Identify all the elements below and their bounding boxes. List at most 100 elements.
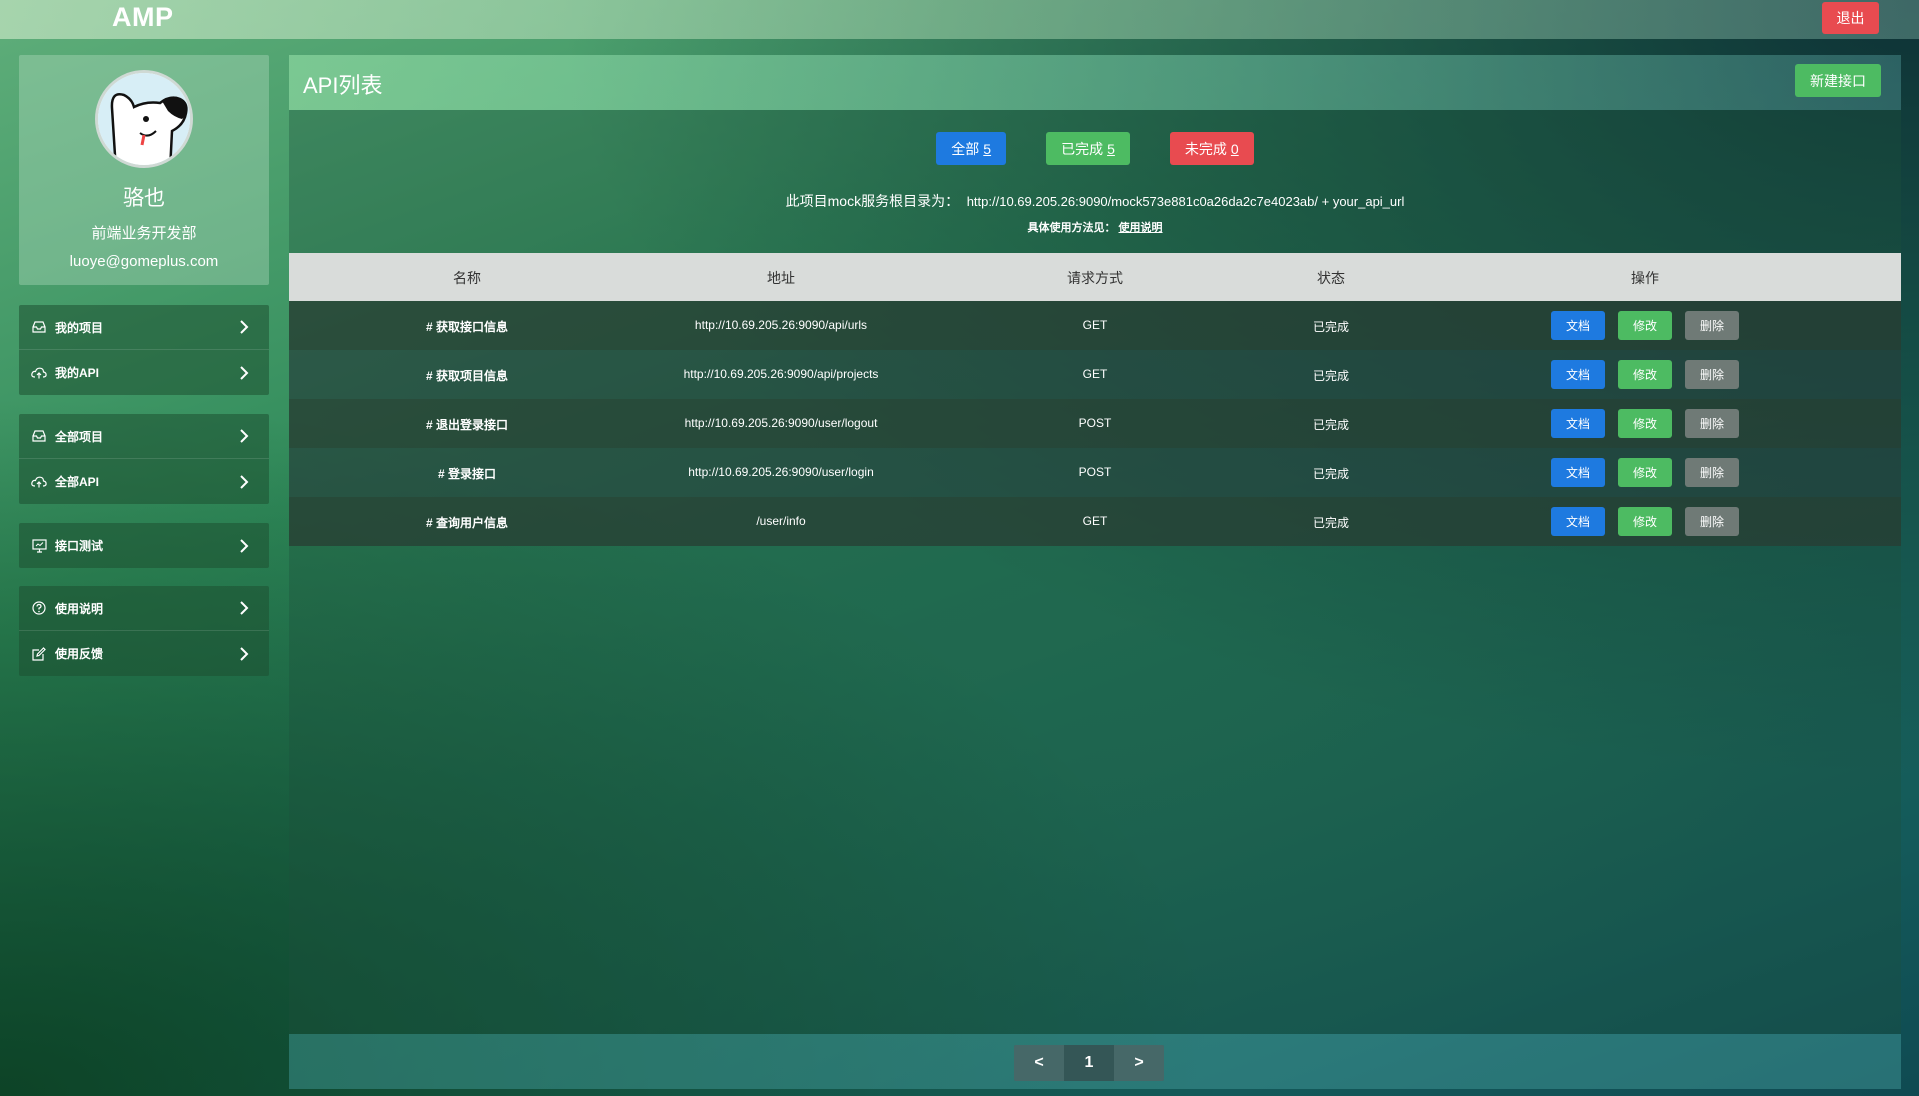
api-method: GET — [1082, 318, 1108, 332]
api-url: http://10.69.205.26:9090/user/logout — [684, 416, 878, 430]
chevron-right-icon — [240, 474, 249, 489]
filter-label: 全部 — [951, 140, 980, 157]
edit-button[interactable]: 修改 — [1618, 458, 1672, 487]
mock-root-line: 此项目mock服务根目录为： http://10.69.205.26:9090/… — [289, 191, 1901, 211]
mock-root-url: http://10.69.205.26:9090/mock573e881c0a2… — [966, 194, 1405, 209]
sidebar-item-api-test[interactable]: 接口测试 — [19, 523, 269, 568]
api-status: 已完成 — [1312, 320, 1350, 334]
main-body: 全部 5 已完成 5 未完成 0 此项目mock服务根目录为： http://1… — [289, 110, 1901, 1034]
doc-button[interactable]: 文档 — [1551, 409, 1605, 438]
chevron-right-icon — [240, 320, 249, 334]
chevron-right-icon — [240, 538, 249, 553]
api-method: GET — [1082, 367, 1108, 381]
cloud-upload-icon — [31, 474, 47, 490]
sidebar-item-label: 使用反馈 — [55, 647, 104, 661]
usage-guide-link[interactable]: 使用说明 — [1119, 222, 1163, 234]
table-row: # 获取接口信息 http://10.69.205.26:9090/api/ur… — [289, 301, 1901, 350]
sidebar-item-all-projects[interactable]: 全部项目 — [19, 414, 269, 459]
api-status: 已完成 — [1312, 516, 1350, 530]
sidebar-item-label: 使用说明 — [55, 601, 104, 616]
filter-done-button[interactable]: 已完成 5 — [1046, 132, 1130, 165]
profile-card: 骆也 前端业务开发部 luoye@gomeplus.com — [19, 55, 269, 285]
delete-button[interactable]: 删除 — [1685, 507, 1739, 536]
usage-label: 具体使用方法见： — [1027, 222, 1116, 234]
logout-button[interactable]: 退出 — [1822, 2, 1879, 34]
api-name[interactable]: # 查询用户信息 — [426, 514, 508, 531]
doc-button[interactable]: 文档 — [1551, 458, 1605, 487]
api-status: 已完成 — [1312, 418, 1350, 432]
sidebar-item-usage-guide[interactable]: 使用说明 — [19, 586, 269, 631]
api-status: 已完成 — [1312, 467, 1350, 481]
api-method: POST — [1078, 416, 1112, 430]
new-api-button[interactable]: 新建接口 — [1795, 64, 1881, 97]
edit-button[interactable]: 修改 — [1618, 360, 1672, 389]
edit-button[interactable]: 修改 — [1618, 409, 1672, 438]
nav-group-mine: 我的项目 我的API — [19, 305, 269, 395]
user-department: 前端业务开发部 — [91, 225, 197, 242]
mock-root-label: 此项目mock服务根目录为： — [785, 193, 960, 209]
sidebar-item-label: 我的API — [55, 366, 100, 380]
filter-all-button[interactable]: 全部 5 — [936, 132, 1007, 165]
table-body: # 获取接口信息 http://10.69.205.26:9090/api/ur… — [289, 301, 1901, 546]
doc-button[interactable]: 文档 — [1551, 311, 1605, 340]
chevron-right-icon — [240, 365, 249, 380]
edit-button[interactable]: 修改 — [1618, 507, 1672, 536]
pagination-bar: < 1 > — [289, 1034, 1901, 1089]
filter-count: 5 — [1107, 140, 1115, 157]
main-header: API列表 新建接口 — [289, 55, 1901, 110]
delete-button[interactable]: 删除 — [1685, 409, 1739, 438]
table-row: # 获取项目信息 http://10.69.205.26:9090/api/pr… — [289, 350, 1901, 399]
delete-button[interactable]: 删除 — [1685, 360, 1739, 389]
next-page-button[interactable]: > — [1114, 1045, 1164, 1081]
sidebar-item-label: 接口测试 — [55, 539, 104, 553]
api-url: /user/info — [756, 514, 806, 528]
sidebar-item-label: 全部API — [55, 475, 100, 489]
nav-group-test: 接口测试 — [19, 523, 269, 568]
nav-group-all: 全部项目 全部API — [19, 414, 269, 504]
api-name[interactable]: # 获取接口信息 — [426, 318, 508, 335]
inbox-icon — [31, 319, 47, 335]
edit-button[interactable]: 修改 — [1618, 311, 1672, 340]
app-logo[interactable]: AMP — [112, 2, 174, 33]
sidebar-item-all-api[interactable]: 全部API — [19, 459, 269, 504]
sidebar-item-label: 我的项目 — [55, 320, 104, 335]
api-name[interactable]: # 登录接口 — [438, 465, 496, 482]
page-title: API列表 — [303, 73, 383, 98]
avatar — [95, 70, 193, 168]
delete-button[interactable]: 删除 — [1685, 311, 1739, 340]
sidebar-item-feedback[interactable]: 使用反馈 — [19, 631, 269, 676]
api-url: http://10.69.205.26:9090/api/urls — [694, 318, 868, 332]
api-name[interactable]: # 获取项目信息 — [426, 367, 508, 384]
prev-page-button[interactable]: < — [1014, 1045, 1064, 1081]
column-header-actions: 操作 — [1631, 270, 1659, 286]
api-method: GET — [1082, 514, 1108, 528]
table-row: # 退出登录接口 http://10.69.205.26:9090/user/l… — [289, 399, 1901, 448]
doc-button[interactable]: 文档 — [1551, 360, 1605, 389]
column-header-method: 请求方式 — [1067, 270, 1123, 286]
api-method: POST — [1078, 465, 1112, 479]
table-row: # 登录接口 http://10.69.205.26:9090/user/log… — [289, 448, 1901, 497]
sidebar-item-my-projects[interactable]: 我的项目 — [19, 305, 269, 350]
api-url: http://10.69.205.26:9090/api/projects — [683, 367, 879, 381]
filter-row: 全部 5 已完成 5 未完成 0 — [289, 132, 1901, 165]
nav-group-help: 使用说明 使用反馈 — [19, 586, 269, 676]
chevron-right-icon — [240, 646, 249, 661]
filter-label: 已完成 — [1061, 140, 1104, 157]
filter-count: 5 — [983, 140, 992, 157]
sidebar-item-label: 全部项目 — [55, 429, 104, 444]
sidebar-item-my-api[interactable]: 我的API — [19, 350, 269, 395]
pagination: < 1 > — [1014, 1045, 1164, 1081]
current-page[interactable]: 1 — [1064, 1045, 1114, 1081]
api-status: 已完成 — [1312, 369, 1350, 383]
inbox-icon — [31, 428, 47, 444]
user-name: 骆也 — [123, 187, 165, 210]
api-name[interactable]: # 退出登录接口 — [426, 416, 508, 433]
monitor-icon — [31, 538, 47, 554]
cloud-upload-icon — [31, 365, 47, 381]
filter-count: 0 — [1230, 140, 1239, 157]
filter-undone-button[interactable]: 未完成 0 — [1169, 132, 1254, 165]
delete-button[interactable]: 删除 — [1685, 458, 1739, 487]
doc-button[interactable]: 文档 — [1551, 507, 1605, 536]
table-header: 名称 地址 请求方式 状态 操作 — [289, 253, 1901, 301]
column-header-url: 地址 — [767, 270, 795, 286]
